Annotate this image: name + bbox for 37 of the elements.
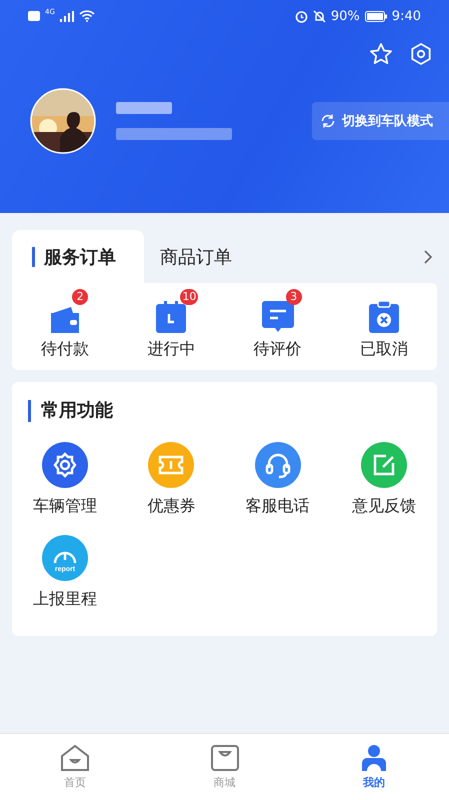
- order-status-item[interactable]: 10 进行中: [118, 287, 224, 360]
- switch-mode-button[interactable]: 切换到车队模式: [312, 102, 449, 140]
- nav-tab[interactable]: 我的: [299, 734, 449, 800]
- edit-icon: [360, 442, 407, 488]
- count-badge: 2: [72, 289, 88, 305]
- message-icon: [262, 301, 294, 333]
- count-badge: 10: [180, 289, 198, 305]
- blurred-name: [116, 102, 172, 114]
- order-status-item[interactable]: 已取消: [330, 287, 437, 360]
- headset-icon: [254, 442, 301, 488]
- mute-icon: [312, 10, 326, 22]
- function-item[interactable]: 意见反馈: [330, 442, 437, 517]
- section-title: 常用功能: [28, 400, 437, 422]
- alarm-icon: [294, 10, 308, 22]
- star-icon[interactable]: [369, 42, 393, 66]
- shopping-bag-icon: [210, 744, 240, 772]
- count-badge: 3: [286, 289, 302, 305]
- chevron-right-icon[interactable]: [423, 248, 433, 264]
- battery-icon: [364, 10, 387, 22]
- home-icon: [60, 744, 90, 772]
- order-status-item[interactable]: 2 待付款: [12, 287, 118, 360]
- battery-percent: 90%: [330, 8, 360, 24]
- wifi-icon: [78, 10, 95, 22]
- order-tab[interactable]: 商品订单: [144, 230, 260, 283]
- function-item[interactable]: 车辆管理: [12, 442, 118, 517]
- settings-icon[interactable]: [409, 42, 433, 66]
- refresh-icon: [320, 113, 336, 129]
- clipboard-cancel-icon: [368, 301, 399, 333]
- function-item[interactable]: 优惠券: [118, 442, 224, 517]
- clock: 9:40: [392, 8, 421, 24]
- order-tab[interactable]: 服务订单: [12, 230, 144, 283]
- order-status-item[interactable]: 3 待评价: [224, 287, 331, 360]
- calendar-icon: [156, 301, 186, 333]
- ticket-icon: [148, 442, 194, 488]
- signal-icon: [60, 10, 74, 22]
- gear-icon: [42, 442, 88, 488]
- function-item[interactable]: 客服电话: [224, 442, 331, 517]
